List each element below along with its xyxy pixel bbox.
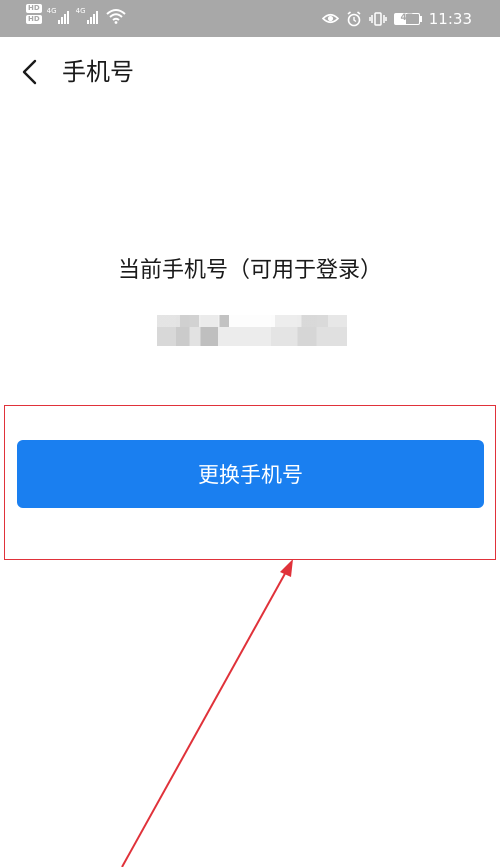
current-phone-label: 当前手机号（可用于登录） (117, 258, 382, 283)
change-phone-button[interactable]: 更换手机号 (17, 440, 484, 508)
eye-icon (321, 13, 339, 24)
hd-indicators: HD HD (26, 4, 42, 24)
back-button[interactable] (14, 55, 48, 89)
chevron-left-icon (22, 59, 37, 85)
page-title: 手机号 (62, 58, 134, 86)
status-bar: HD HD 4G 4G 47 11:33 (0, 0, 500, 37)
vibrate-icon (369, 11, 387, 26)
nav-bar: 手机号 (0, 37, 500, 107)
hd-badge: HD (26, 4, 42, 13)
alarm-icon (347, 10, 361, 26)
status-left: HD HD 4G 4G (26, 4, 126, 24)
signal-type-label: 4G (75, 7, 86, 15)
status-right: 47 11:33 (321, 0, 472, 37)
signal-indicators: 4G 4G (46, 4, 126, 24)
battery-icon: 47 (393, 12, 420, 25)
signal-icon: 4G (75, 7, 98, 24)
hd-badge: HD (26, 15, 42, 24)
battery-level: 47 (400, 12, 414, 23)
masked-phone-number (157, 315, 347, 346)
wifi-icon (106, 9, 126, 24)
signal-type-label: 4G (46, 7, 57, 15)
signal-icon: 4G (46, 7, 69, 24)
status-time: 11:33 (428, 9, 472, 28)
